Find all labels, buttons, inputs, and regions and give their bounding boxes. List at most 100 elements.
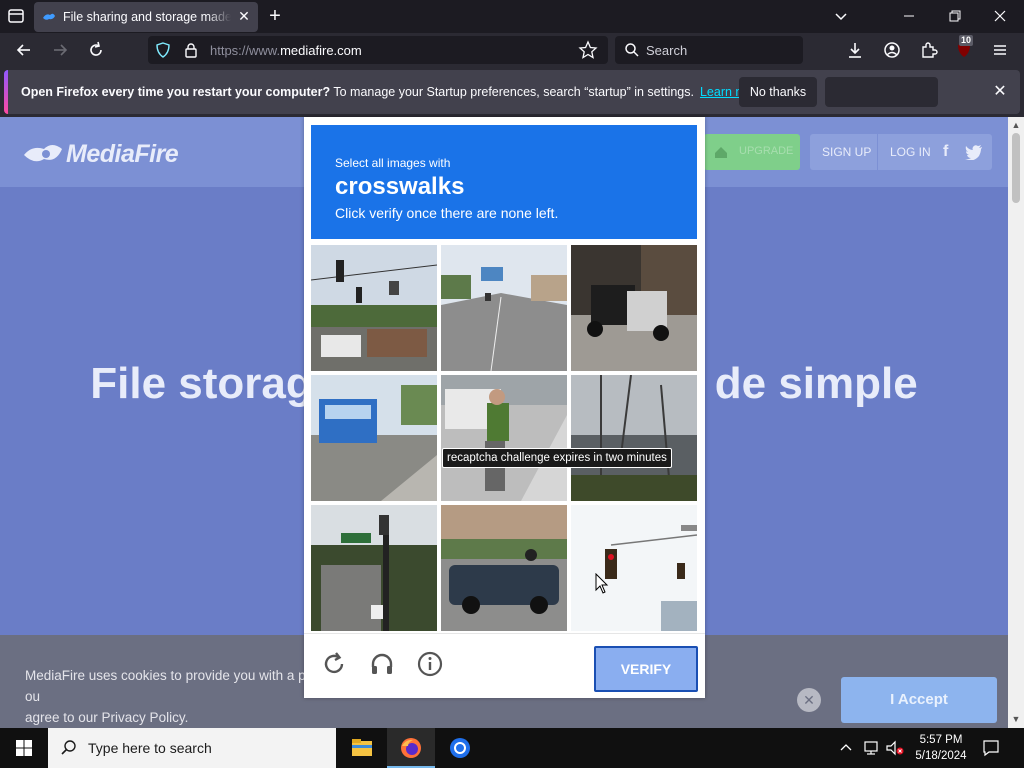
facebook-icon[interactable]: f (943, 143, 957, 161)
clock-time: 5:57 PM (919, 734, 963, 746)
accept-cookies-button[interactable]: I Accept (841, 677, 997, 723)
auth-buttons: SIGN UP LOG IN f (810, 134, 992, 170)
upgrade-label: UPGRADE (739, 145, 794, 157)
tab-close-icon[interactable]: ✕ (235, 7, 253, 25)
mediafire-favicon-icon (43, 13, 55, 20)
captcha-tile-5[interactable] (441, 375, 567, 501)
tab-title: File sharing and storage made simple (63, 10, 231, 24)
notification-message: Open Firefox every time you restart your… (21, 85, 764, 99)
taskbar-search-box[interactable]: Type here to search (48, 728, 336, 768)
list-all-tabs-icon[interactable] (829, 4, 853, 28)
hero-text-right: de simple (714, 359, 918, 408)
cookie-line-1: MediaFire uses cookies to provide you wi… (25, 668, 306, 683)
browser-app-icon (450, 738, 470, 758)
network-icon[interactable] (862, 739, 880, 757)
downloads-icon[interactable] (843, 38, 867, 62)
reload-challenge-icon[interactable] (320, 650, 348, 678)
captcha-header: Select all images with crosswalks Click … (311, 125, 697, 239)
extension-badge: 10 (959, 35, 974, 46)
captcha-tile-6[interactable] (571, 375, 697, 501)
captcha-tile-8[interactable] (441, 505, 567, 631)
new-tab-icon[interactable]: + (263, 4, 287, 28)
scroll-thumb[interactable] (1012, 133, 1020, 203)
help-info-icon[interactable] (416, 650, 444, 678)
captcha-tile-2[interactable] (441, 245, 567, 371)
url-text: https://www.mediafire.com (210, 43, 362, 58)
notification-accent (4, 70, 8, 114)
logo-text: MediaFire (66, 140, 179, 168)
captcha-tile-3[interactable] (571, 245, 697, 371)
file-explorer-icon (352, 739, 372, 756)
mediafire-flame-icon (24, 145, 62, 162)
volume-muted-icon[interactable] (885, 739, 905, 757)
upgrade-icon (715, 147, 727, 158)
windows-logo-icon (16, 740, 32, 756)
show-hidden-icons-icon[interactable] (838, 740, 854, 756)
captcha-select-text: Select all images with (335, 156, 451, 170)
start-button[interactable] (0, 728, 48, 768)
no-thanks-button[interactable]: No thanks (739, 77, 817, 107)
url-domain: mediafire.com (280, 43, 362, 58)
twitter-icon[interactable] (965, 144, 983, 160)
close-window-icon[interactable] (988, 4, 1012, 28)
back-icon[interactable] (12, 38, 36, 62)
search-bar[interactable]: Search (615, 36, 803, 64)
taskbar-firefox[interactable] (387, 728, 435, 768)
upgrade-button[interactable]: UPGRADE (704, 134, 800, 170)
auth-divider (877, 134, 878, 170)
taskbar-search-placeholder: Type here to search (88, 740, 212, 756)
startup-notification-bar: Open Firefox every time you restart your… (0, 67, 1024, 117)
menu-icon[interactable] (988, 38, 1012, 62)
hero-text-left: File storag (90, 359, 313, 408)
taskbar-clock[interactable]: 5:57 PM 5/18/2024 (912, 732, 970, 764)
search-icon (625, 43, 639, 57)
notification-question: Open Firefox every time you restart your… (21, 85, 331, 99)
tab-list-icon[interactable] (4, 4, 28, 28)
address-bar[interactable]: https://www.mediafire.com (148, 36, 608, 64)
cookie-line-2: agree to our Privacy Policy. (25, 710, 189, 725)
lock-icon[interactable] (182, 41, 200, 59)
log-in-button[interactable]: LOG IN (890, 145, 931, 159)
captcha-tile-7[interactable] (311, 505, 437, 631)
verify-button[interactable]: VERIFY (594, 646, 698, 692)
navigation-toolbar: https://www.mediafire.com Search 10 (0, 33, 1024, 67)
tracking-protection-shield-icon[interactable] (154, 41, 172, 59)
notifications-icon[interactable] (981, 738, 1001, 758)
account-icon[interactable] (880, 38, 904, 62)
captcha-tile-9[interactable] (571, 505, 697, 631)
ublock-origin-extension[interactable]: 10 (952, 35, 976, 62)
notification-secondary-button[interactable] (825, 77, 938, 107)
captcha-tile-4[interactable] (311, 375, 437, 501)
restore-icon[interactable] (943, 4, 967, 28)
cookie-dismiss-icon[interactable]: ✕ (797, 688, 821, 712)
search-placeholder: Search (646, 43, 688, 58)
recaptcha-challenge: Select all images with crosswalks Click … (304, 117, 705, 698)
scroll-down-arrow-icon[interactable]: ▼ (1011, 714, 1021, 724)
taskbar-file-explorer[interactable] (338, 728, 386, 768)
tab-bar: File sharing and storage made simple ✕ + (0, 0, 1024, 33)
forward-icon[interactable] (48, 38, 72, 62)
tab-mediafire[interactable]: File sharing and storage made simple ✕ (34, 2, 258, 32)
notification-panel: Open Firefox every time you restart your… (4, 70, 1020, 114)
audio-challenge-icon[interactable] (368, 650, 396, 678)
bookmark-star-icon[interactable] (578, 40, 598, 60)
scroll-up-arrow-icon[interactable]: ▲ (1011, 120, 1021, 130)
mouse-cursor-icon (595, 573, 609, 594)
windows-taskbar: Type here to search 5:57 PM 5/18/2024 (0, 728, 1024, 768)
captcha-instruction: Click verify once there are none left. (335, 205, 559, 221)
notification-close-icon[interactable]: ✕ (990, 82, 1010, 102)
captcha-tile-1[interactable] (311, 245, 437, 371)
page-scrollbar[interactable]: ▲ ▼ (1008, 117, 1024, 728)
extensions-icon[interactable] (917, 38, 941, 62)
captcha-footer: VERIFY (304, 633, 705, 698)
minimize-icon[interactable] (897, 4, 921, 28)
taskbar-chrome-like-app[interactable] (436, 728, 484, 768)
taskbar-search-icon (61, 740, 76, 755)
url-scheme: https://www. (210, 43, 281, 58)
cookie-line-1-tail: ou (25, 689, 41, 704)
firefox-icon (401, 738, 421, 758)
sign-up-button[interactable]: SIGN UP (822, 145, 871, 159)
captcha-target-word: crosswalks (335, 173, 465, 200)
clock-date: 5/18/2024 (915, 750, 967, 762)
reload-icon[interactable] (84, 38, 108, 62)
